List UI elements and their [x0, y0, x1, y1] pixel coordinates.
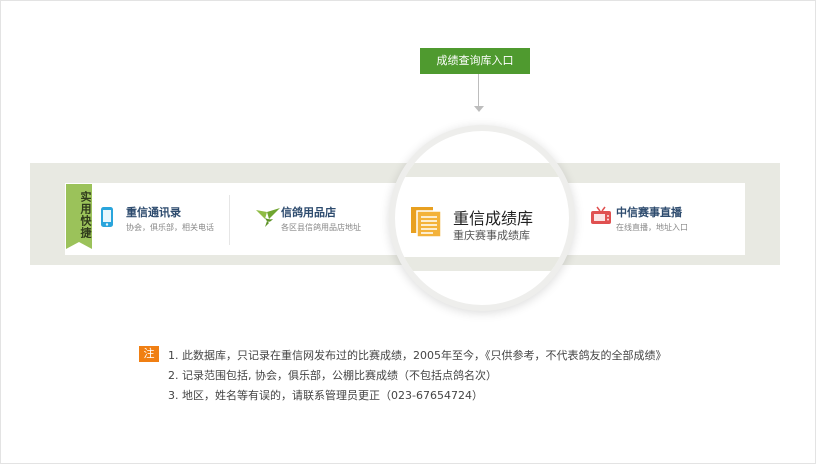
magnified-bar-band	[395, 257, 569, 271]
quick-link-subtitle: 各区县信鸽用品店地址	[281, 223, 361, 232]
quick-link-subtitle: 在线直播，地址入口	[616, 223, 688, 232]
highlight-subtitle: 重庆赛事成绩库	[453, 229, 530, 242]
quick-link-directory[interactable]: 重信通讯录 协会，俱乐部，相关电话	[100, 198, 225, 238]
quick-link-supplies-shop[interactable]: 信鸽用品店 各区县信鸽用品店地址	[255, 198, 380, 238]
item-divider	[229, 195, 230, 245]
note-line: 1. 此数据库，只记录在重信网发布过的比赛成绩，2005年至今，《只供参考，不代…	[168, 349, 667, 362]
highlight-title: 重信成绩库	[453, 209, 534, 228]
tv-icon	[591, 206, 611, 224]
quick-link-subtitle: 协会，俱乐部，相关电话	[126, 223, 214, 232]
magnified-bar-band	[395, 163, 569, 177]
highlight-magnifier[interactable]: 重信成绩库 重庆赛事成绩库	[389, 125, 575, 311]
pigeon-icon	[256, 208, 280, 227]
phone-icon	[101, 207, 113, 227]
quick-link-title: 中信赛事直播	[616, 206, 682, 219]
arrow-down-icon	[474, 106, 484, 112]
quick-link-title: 信鸽用品店	[281, 206, 336, 219]
quick-link-live-broadcast[interactable]: 中信赛事直播 在线直播，地址入口	[590, 198, 720, 238]
quick-links-ribbon: 实用快捷	[66, 184, 92, 242]
ribbon-tail	[66, 242, 92, 249]
document-stack-icon	[411, 207, 442, 238]
note-badge: 注	[139, 346, 159, 362]
quick-link-title: 重信通讯录	[126, 206, 181, 219]
note-line: 2. 记录范围包括, 协会，俱乐部，公棚比赛成绩（不包括点鸽名次）	[168, 369, 497, 382]
pointer-line	[478, 74, 479, 108]
note-line: 3. 地区，姓名等有误的，请联系管理员更正（023-67654724）	[168, 389, 483, 402]
score-query-entry-button[interactable]: 成绩查询库入口	[420, 48, 530, 74]
